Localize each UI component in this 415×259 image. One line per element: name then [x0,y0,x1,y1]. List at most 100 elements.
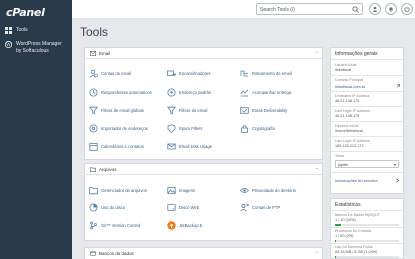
tool-item[interactable]: Encaminhadores [167,69,210,78]
tool-item[interactable]: Git™ Version Control [89,221,140,230]
wordpress-icon: W [5,41,12,48]
tool-item[interactable]: Email Deliverability [240,106,287,115]
user-mail-icon [89,69,98,78]
last-login-value: 46.21.148.179 [335,114,360,118]
forward-mail-icon [167,70,176,76]
collapse-icon[interactable]: – [315,51,318,56]
panel-header[interactable]: Bancos de dados – [85,248,322,259]
tool-item[interactable]: Cryptografia [240,124,275,133]
tool-item[interactable]: Gerenciador de arquivos [89,186,147,195]
eye-icon [240,188,249,193]
stat-progress-fill [335,240,337,242]
chevron-down-icon: ▾ [393,162,396,167]
files-panel: Arquivos – Gerenciador de arquivos Image… [84,163,323,241]
theme-label: Tema [335,154,344,158]
tool-label: Contas de email [101,71,132,76]
deliverability-icon [240,107,249,114]
last-ip-value: 189.125.213.173 [335,144,364,148]
calendar-icon [89,143,98,151]
tool-label: Uso do disco [101,205,126,210]
tool-item[interactable]: Filtros de email globais [89,106,144,115]
tool-item[interactable]: Disco Web [167,203,199,212]
default-address-icon [167,88,176,97]
tool-item[interactable]: JetBackup 5 [167,221,202,230]
server-info-link[interactable]: Informações do servidor [335,178,378,183]
tool-item[interactable]: Importador de endereços [89,124,148,133]
tool-label: Disco Web [179,205,200,210]
cpanel-logo[interactable]: cPanel [6,6,45,19]
theme-value: jupiter [338,162,349,167]
tool-item[interactable]: Spam Filters [167,124,203,133]
tool-label: Git™ Version Control [101,223,141,228]
tool-label: Filtros de email [179,108,208,113]
sidebar-item-label: WordPress Manager by Softaculous [16,41,62,54]
divider [331,210,403,211]
stat-label: Processos De Entrada [335,229,371,233]
disk-usage-icon [89,203,98,212]
at-sign-icon [89,124,98,133]
logout-button[interactable] [401,3,413,15]
git-icon [90,221,97,230]
tool-label: JetBackup 5 [179,223,203,228]
database-icon [90,251,96,256]
chevron-right-icon[interactable] [395,178,400,183]
tool-label: Privacidade do diretório [252,188,296,193]
divider [331,136,403,137]
current-user-value: linksfiscal [335,68,352,72]
bell-icon [389,7,393,12]
theme-select[interactable]: jupiter ▾ [335,160,399,168]
tool-label: Roteamento de email [252,71,292,76]
search-icon[interactable] [352,6,359,13]
folder-icon [90,167,96,172]
panel-header[interactable]: Email – [85,48,322,59]
dedicated-ip-label: Dedicated IP Address [335,94,370,98]
file-manager-icon [89,187,98,195]
collapse-icon[interactable]: – [315,251,318,256]
divider [331,227,403,228]
sidebar-item-tools[interactable]: Tools [5,27,28,34]
primary-domain-link[interactable]: linksfiscal.com.br [335,84,365,89]
notifications-button[interactable] [385,3,397,15]
home-directory-label: Diretório inicial [335,124,359,128]
tool-item[interactable]: Contas de email [89,69,131,78]
logout-icon [404,6,410,12]
search-input[interactable]: Search Tools (/) [256,3,363,15]
panel-header[interactable]: Arquivos – [85,164,322,175]
tool-item[interactable]: Endereço padrão [167,88,211,97]
current-user-label: Usuário Atual [335,63,357,67]
tool-item[interactable]: Acompanhar entrega [240,88,291,97]
tool-item[interactable]: Calendários e contatos [89,142,144,151]
sidebar-item-wordpress-manager[interactable]: W WordPress Manager by Softaculous [5,41,67,54]
tool-label: Gerenciador de arquivos [101,188,147,193]
external-link-icon[interactable] [395,84,400,89]
tool-item[interactable]: Uso do disco [89,203,125,212]
tool-label: Endereço padrão [179,90,212,95]
divider [331,243,403,244]
track-delivery-icon [240,89,249,97]
search-placeholder: Search Tools (/) [260,7,295,13]
grid-icon [5,27,12,34]
stat-progress-bar [335,256,399,258]
svg-text:W: W [6,42,11,48]
top-bar: Search Tools (/) [72,0,415,19]
email-panel: Email – Contas de email Encaminhadores R… [84,47,323,160]
user-menu-button[interactable] [369,3,381,15]
autoresponder-icon [89,88,98,97]
tool-label: Filtros de email globais [101,108,144,113]
tool-item[interactable]: Roteamento de email [240,69,292,78]
envelope-icon [90,51,96,56]
statistics-title: Estatísticas [335,202,361,208]
tool-item[interactable]: Privacidade do diretório [240,186,296,195]
tool-item[interactable]: Contas de FTP [240,203,280,212]
tool-label: Email Deliverability [252,108,288,113]
tool-item[interactable]: Respondentes automáticos [89,88,152,97]
divider [331,75,403,76]
tool-item[interactable]: Email Disk Usage [167,142,212,151]
stat-label: Uso De Memória Física [335,245,373,249]
images-icon [167,187,176,194]
panel-title: Arquivos [99,167,117,172]
tool-item[interactable]: Imagens [167,186,195,195]
databases-panel: Bancos de dados – [84,247,323,259]
tool-item[interactable]: Filtros de email [167,106,207,115]
collapse-icon[interactable]: – [315,167,318,172]
